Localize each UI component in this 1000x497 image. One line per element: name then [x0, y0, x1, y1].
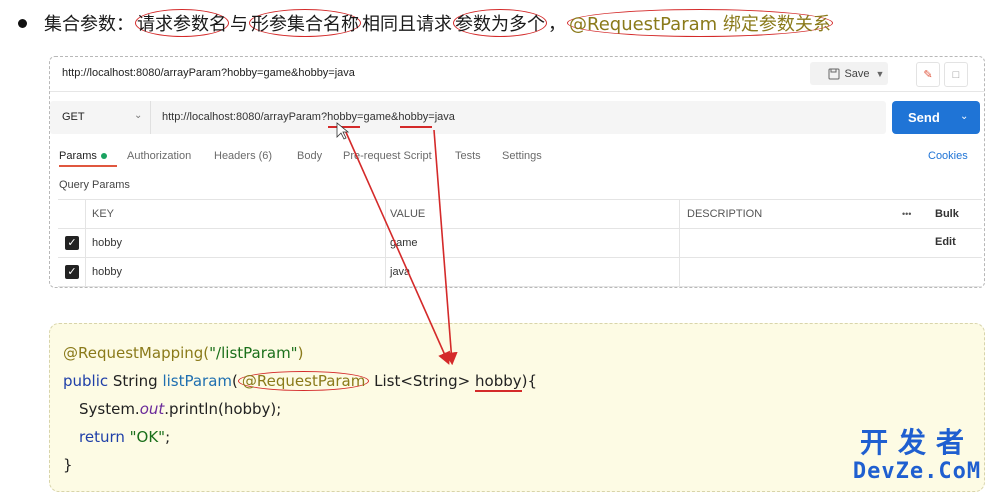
status-dot-icon	[100, 153, 107, 160]
tab-body[interactable]: Body	[297, 150, 322, 162]
code-annotation: @RequestParam	[237, 371, 370, 391]
code-line-4: return "OK";	[79, 428, 170, 446]
heading-seg-5: 参数为多个	[453, 9, 547, 37]
param-value[interactable]: java	[390, 258, 410, 286]
code-token: System.	[79, 400, 140, 418]
divider	[85, 229, 86, 257]
code-param-name: hobby	[475, 372, 522, 392]
param-key[interactable]: hobby	[92, 258, 122, 286]
column-header-description: DESCRIPTION	[687, 208, 763, 220]
divider	[385, 258, 386, 286]
more-options-icon[interactable]: •••	[902, 200, 911, 228]
send-chevron-down-icon[interactable]: ⌄	[960, 111, 968, 122]
code-line-5: }	[63, 456, 73, 474]
tab-pre-request-script[interactable]: Pre-request Script	[343, 150, 432, 162]
save-icon	[828, 68, 840, 79]
code-token: ){	[521, 372, 538, 390]
request-tab-bar: http://localhost:8080/arrayParam?hobby=g…	[50, 57, 984, 92]
request-bar: GET ⌄ http://localhost:8080/arrayParam?h…	[50, 101, 886, 134]
divider	[679, 229, 680, 257]
tab-params-label: Params	[59, 150, 97, 162]
chevron-down-icon[interactable]: ⌄	[134, 110, 142, 121]
code-line-1: @RequestMapping("/listParam")	[63, 344, 303, 362]
tab-params[interactable]: Params	[59, 150, 117, 167]
comment-icon[interactable]: □	[944, 62, 968, 87]
tab-headers[interactable]: Headers (6)	[214, 150, 272, 162]
code-line-3: System.out.println(hobby);	[79, 400, 281, 418]
code-token: (	[232, 372, 238, 390]
column-header-value: VALUE	[390, 208, 426, 220]
method-select[interactable]: GET	[62, 111, 85, 123]
param-key[interactable]: hobby	[92, 229, 122, 257]
postman-panel: http://localhost:8080/arrayParam?hobby=g…	[49, 56, 985, 288]
divider	[679, 258, 680, 286]
divider	[85, 258, 86, 286]
params-table: KEY VALUE DESCRIPTION ••• Bulk Edit ✓ ho…	[58, 199, 982, 287]
code-method-name: listParam	[162, 372, 233, 390]
heading-line: 集合参数： 请求参数名 与 形参集合名称 相同且请求 参数为多个 ， @Requ…	[18, 8, 833, 38]
tab-tests[interactable]: Tests	[455, 150, 481, 162]
divider	[385, 200, 386, 228]
heading-seg-7: @RequestParam 绑定参数关系	[567, 9, 833, 37]
query-params-title: Query Params	[59, 179, 130, 191]
table-row: ✓ hobby game	[58, 229, 982, 258]
code-annotation: @RequestMapping(	[63, 344, 210, 362]
divider	[150, 101, 151, 134]
code-string: "OK"	[129, 428, 166, 446]
heading-seg-1: 请求参数名	[135, 9, 229, 37]
heading-seg-2: 与	[230, 14, 248, 35]
watermark-en: DevZe.CoM	[852, 459, 982, 484]
code-field: out	[139, 400, 165, 418]
divider	[85, 200, 86, 228]
send-label: Send	[908, 110, 940, 125]
table-row: ✓ hobby java	[58, 258, 982, 287]
bulk-edit-button[interactable]: Bulk Edit	[935, 200, 982, 248]
code-keyword: return	[79, 428, 130, 446]
heading-seg-0: 集合参数：	[44, 14, 134, 35]
heading-seg-3: 形参集合名称	[249, 9, 361, 37]
code-line-2: public String listParam(@RequestParam Li…	[63, 371, 538, 392]
code-string: "/listParam"	[209, 344, 298, 362]
code-token: )	[297, 344, 304, 362]
send-button[interactable]: Send ⌄	[892, 101, 980, 134]
tab-settings[interactable]: Settings	[502, 150, 542, 162]
heading-seg-4: 相同且请求	[362, 14, 452, 35]
code-token: ;	[165, 428, 171, 446]
url-input[interactable]: http://localhost:8080/arrayParam?hobby=g…	[162, 111, 455, 123]
param-value[interactable]: game	[390, 229, 418, 257]
heading-seg-6: ，	[548, 14, 566, 35]
code-token: .println(hobby);	[164, 400, 282, 418]
save-label: Save	[844, 67, 870, 80]
pencil-icon[interactable]: ✎	[916, 62, 940, 87]
tab-authorization[interactable]: Authorization	[127, 150, 191, 162]
watermark-logo: 开发者 DevZe.CoM	[838, 427, 996, 485]
row-checkbox[interactable]: ✓	[65, 236, 79, 250]
divider	[385, 229, 386, 257]
watermark-cn: 开发者	[859, 426, 974, 459]
column-header-key: KEY	[92, 208, 115, 220]
table-header-row: KEY VALUE DESCRIPTION ••• Bulk Edit	[58, 200, 982, 248]
code-token: List<String>	[369, 372, 476, 390]
save-options-chevron-down-icon[interactable]: ▼	[870, 62, 890, 85]
request-tab-title[interactable]: http://localhost:8080/arrayParam?hobby=g…	[62, 67, 355, 79]
divider	[679, 200, 680, 228]
bullet-icon	[18, 18, 27, 28]
row-checkbox[interactable]: ✓	[65, 265, 79, 279]
code-token: String	[108, 372, 163, 390]
code-keyword: public	[63, 372, 109, 390]
cookies-link[interactable]: Cookies	[928, 150, 968, 162]
